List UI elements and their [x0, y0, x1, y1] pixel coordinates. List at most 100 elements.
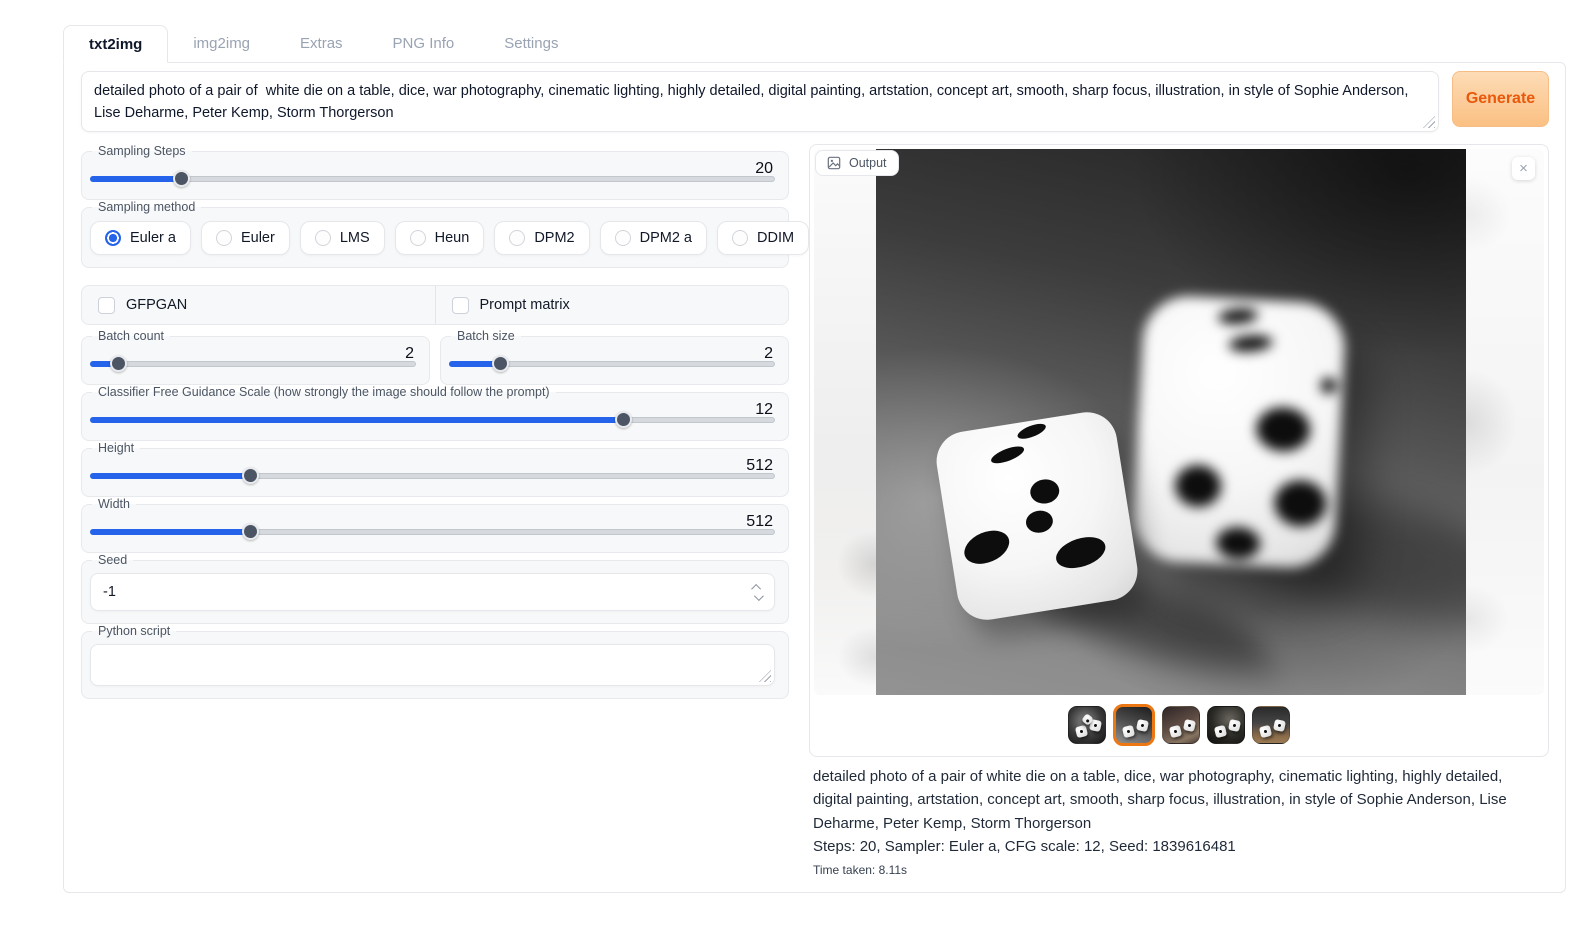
prompt-input[interactable] [82, 72, 1438, 126]
die-focused [932, 408, 1141, 624]
radio-icon[interactable] [732, 230, 748, 246]
thumbnail-generated-image-2[interactable] [1113, 704, 1155, 746]
slider-handle[interactable] [110, 355, 127, 372]
width-label: Width [92, 497, 136, 511]
python-script-group: Python script [81, 624, 789, 699]
radio-icon[interactable] [315, 230, 331, 246]
sampler-option-heun[interactable]: Heun [395, 221, 485, 255]
radio-icon[interactable] [509, 230, 525, 246]
tab-png-info[interactable]: PNG Info [368, 25, 480, 62]
mini-die [1136, 718, 1149, 731]
thumbnail-generated-image-5[interactable] [1252, 706, 1290, 744]
mini-die [1183, 718, 1196, 731]
slider-fill [90, 417, 624, 423]
cfg-scale-label: Classifier Free Guidance Scale (how stro… [92, 385, 556, 399]
sampler-option-label: Euler a [130, 230, 176, 246]
python-script-input[interactable] [91, 645, 774, 683]
tab-txt2img[interactable]: txt2img [63, 25, 168, 63]
python-script-box [90, 644, 775, 686]
thumbnail-generated-image-4[interactable] [1207, 706, 1245, 744]
width-slider[interactable] [90, 523, 775, 540]
sampler-option-label: Euler [241, 230, 275, 246]
sampler-option-dpm2-a[interactable]: DPM2 a [600, 221, 707, 255]
slider-fill [90, 529, 251, 535]
prompt-matrix-label: Prompt matrix [480, 297, 570, 313]
generated-image[interactable] [876, 149, 1466, 695]
slider-track [90, 361, 416, 367]
mini-die [1214, 724, 1227, 737]
gallery-thumbnails [814, 695, 1544, 754]
sampler-option-label: LMS [340, 230, 370, 246]
close-icon[interactable]: × [1512, 157, 1535, 180]
tab-bar: txt2imgimg2imgExtrasPNG InfoSettings [63, 25, 1566, 62]
sampler-option-label: Heun [435, 230, 470, 246]
slider-handle[interactable] [173, 170, 190, 187]
sampler-option-euler-a[interactable]: Euler a [90, 221, 191, 255]
width-group: Width 512 [81, 497, 789, 553]
height-slider[interactable] [90, 467, 775, 484]
sampling-steps-group: Sampling Steps 20 [81, 144, 789, 200]
prompt-box [81, 71, 1439, 132]
slider-fill [90, 473, 251, 479]
batch-size-group: Batch size 2 [440, 329, 789, 385]
gallery-left-edge [814, 149, 876, 695]
batch-size-slider[interactable] [449, 355, 775, 372]
sampler-option-euler[interactable]: Euler [201, 221, 290, 255]
slider-fill [90, 176, 182, 182]
sampler-option-dpm2[interactable]: DPM2 [494, 221, 589, 255]
slider-handle[interactable] [242, 523, 259, 540]
batch-count-slider[interactable] [90, 355, 416, 372]
caption-prompt: detailed photo of a pair of white die on… [813, 765, 1513, 835]
thumbnail-generated-image-3[interactable] [1162, 706, 1200, 744]
checkbox-box[interactable] [452, 297, 469, 314]
mini-die [1122, 724, 1135, 737]
sampler-option-lms[interactable]: LMS [300, 221, 385, 255]
settings-column: Sampling Steps 20 Sampling method Euler … [81, 144, 789, 699]
mini-die [1075, 724, 1088, 737]
generate-button[interactable]: Generate [1452, 71, 1549, 127]
prompt-row: Generate [81, 71, 1549, 132]
txt2img-panel: Generate Sampling Steps 20 Sampling meth… [63, 62, 1566, 893]
sampler-option-ddim[interactable]: DDIM [717, 221, 809, 255]
image-icon [827, 156, 841, 170]
mini-die [1228, 718, 1241, 731]
tab-img2img[interactable]: img2img [168, 25, 275, 62]
prompt-matrix-checkbox[interactable]: Prompt matrix [435, 286, 789, 324]
python-script-label: Python script [92, 624, 176, 638]
radio-icon[interactable] [615, 230, 631, 246]
output-panel: Output × [809, 144, 1549, 757]
seed-group: Seed [81, 553, 789, 624]
seed-label: Seed [92, 553, 133, 567]
die-blurred [1131, 294, 1347, 570]
sampling-steps-slider[interactable] [90, 170, 775, 187]
slider-handle[interactable] [615, 411, 632, 428]
gfpgan-label: GFPGAN [126, 297, 187, 313]
mini-die [1273, 718, 1286, 731]
seed-input[interactable] [91, 584, 746, 600]
tab-settings[interactable]: Settings [479, 25, 583, 62]
app-window: txt2imgimg2imgExtrasPNG InfoSettings Gen… [63, 25, 1566, 893]
sampler-option-label: DDIM [757, 230, 794, 246]
tab-extras[interactable]: Extras [275, 25, 368, 62]
toggles-row: GFPGAN Prompt matrix [81, 285, 789, 325]
slider-handle[interactable] [242, 467, 259, 484]
output-column: Output × [809, 144, 1549, 877]
slider-handle[interactable] [492, 355, 509, 372]
batch-count-group: Batch count 2 [81, 329, 430, 385]
seed-stepper[interactable] [746, 584, 774, 601]
cfg-scale-slider[interactable] [90, 411, 775, 428]
batch-size-label: Batch size [451, 329, 521, 343]
radio-icon[interactable] [216, 230, 232, 246]
height-group: Height 512 [81, 441, 789, 497]
mini-die [1259, 724, 1272, 737]
gallery-right-edge [1466, 149, 1544, 695]
thumbnail-generated-image-1[interactable] [1068, 706, 1106, 744]
radio-icon[interactable] [410, 230, 426, 246]
caption-params: Steps: 20, Sampler: Euler a, CFG scale: … [813, 835, 1513, 858]
radio-icon[interactable] [105, 230, 121, 246]
height-label: Height [92, 441, 140, 455]
slider-track [90, 176, 775, 182]
checkbox-box[interactable] [98, 297, 115, 314]
cfg-scale-group: Classifier Free Guidance Scale (how stro… [81, 385, 789, 441]
gfpgan-checkbox[interactable]: GFPGAN [82, 286, 435, 324]
